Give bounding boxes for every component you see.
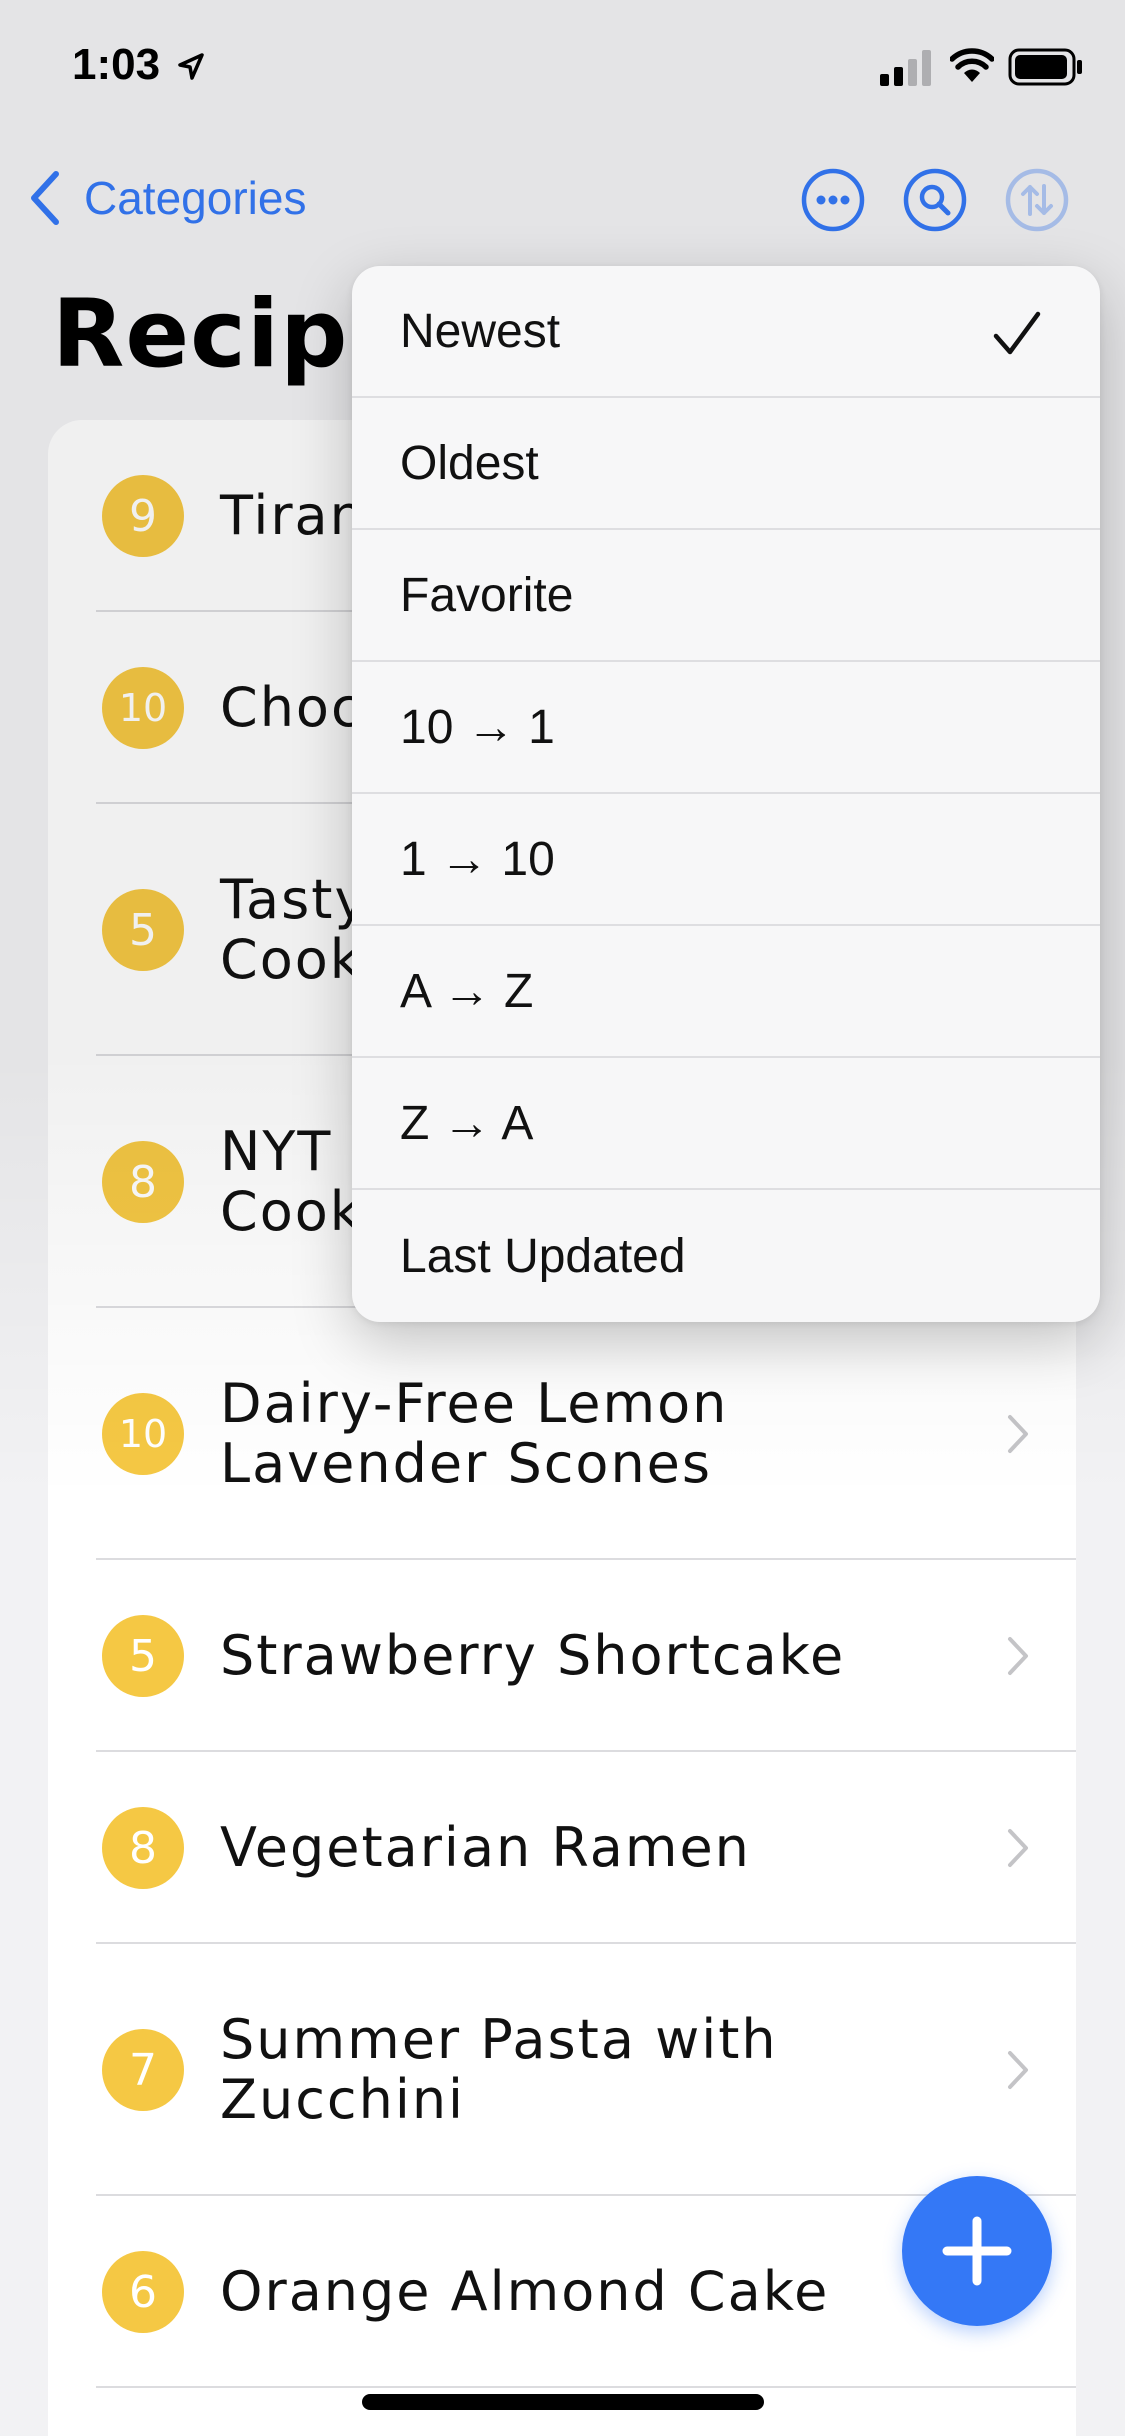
- chevron-right-icon: [1008, 1829, 1028, 1867]
- chevron-left-icon: [31, 171, 59, 225]
- rating-badge: 5: [102, 1615, 184, 1697]
- chevron-right-icon: [1008, 1637, 1028, 1675]
- sort-option-newest[interactable]: Newest: [352, 266, 1100, 398]
- ellipsis-circle-icon[interactable]: [800, 167, 866, 233]
- sort-option-favorite[interactable]: Favorite: [352, 530, 1100, 662]
- recipe-title: Summer Pasta with Zucchini: [220, 2008, 778, 2131]
- back-button-label: Categories: [84, 172, 307, 224]
- add-recipe-button[interactable]: [902, 2176, 1052, 2326]
- sort-option-label: Newest: [400, 304, 561, 358]
- rating-badge: 6: [102, 2251, 184, 2333]
- sort-option-label: Z → A: [400, 1096, 534, 1150]
- rating-badge: 7: [102, 2029, 184, 2111]
- sort-menu: Newest Oldest Favorite 10 → 1 1 → 10 A →…: [352, 266, 1100, 1322]
- status-bar: 1:03: [0, 0, 1125, 140]
- recipe-title: Vegetarian Ramen: [220, 1816, 751, 1879]
- home-indicator: [362, 2394, 764, 2410]
- sort-option-label: Oldest: [400, 436, 539, 490]
- recipe-title: Strawberry Shortcake: [220, 1624, 846, 1687]
- sort-option-alpha-asc[interactable]: A → Z: [352, 926, 1100, 1058]
- recipe-row[interactable]: 10 Dairy-Free Lemon Lavender Scones: [48, 1308, 1076, 1560]
- sort-option-label: 1 → 10: [400, 832, 555, 886]
- plus-icon: [942, 2216, 1012, 2286]
- rating-badge: 10: [102, 1393, 184, 1475]
- recipe-title: Dairy-Free Lemon Lavender Scones: [220, 1372, 729, 1495]
- sort-option-label: 10 → 1: [400, 700, 555, 754]
- rating-badge: 8: [102, 1141, 184, 1223]
- rating-badge: 10: [102, 667, 184, 749]
- sort-option-rating-asc[interactable]: 1 → 10: [352, 794, 1100, 926]
- recipe-title: Orange Almond Cake: [220, 2260, 830, 2323]
- cellular-signal-icon: [880, 50, 931, 86]
- back-button[interactable]: Categories: [24, 166, 306, 230]
- screen: 1:03 Categories Recipe 9 Tiran 10 Choc 5…: [0, 0, 1125, 2436]
- recipe-row[interactable]: 7 Summer Pasta with Zucchini: [48, 1944, 1076, 2196]
- sort-arrows-icon[interactable]: [1004, 167, 1070, 233]
- rating-badge: 9: [102, 475, 184, 557]
- location-arrow-icon: [178, 53, 204, 80]
- checkmark-icon: [993, 311, 1041, 355]
- row-divider: [96, 2386, 1076, 2388]
- rating-badge: 5: [102, 889, 184, 971]
- sort-option-oldest[interactable]: Oldest: [352, 398, 1100, 530]
- sort-option-rating-desc[interactable]: 10 → 1: [352, 662, 1100, 794]
- rating-badge: 8: [102, 1807, 184, 1889]
- sort-option-label: A → Z: [400, 964, 534, 1018]
- recipe-row[interactable]: 5 Strawberry Shortcake: [48, 1560, 1076, 1752]
- sort-option-label: Last Updated: [400, 1229, 686, 1283]
- battery-icon: [1008, 48, 1082, 86]
- recipe-row[interactable]: 8 Vegetarian Ramen: [48, 1752, 1076, 1944]
- chevron-right-icon: [1008, 2051, 1028, 2089]
- search-circle-icon[interactable]: [902, 167, 968, 233]
- sort-option-label: Favorite: [400, 568, 574, 622]
- sort-option-last-updated[interactable]: Last Updated: [352, 1190, 1100, 1322]
- sort-option-alpha-desc[interactable]: Z → A: [352, 1058, 1100, 1190]
- status-time: 1:03: [72, 40, 161, 89]
- chevron-right-icon: [1008, 1415, 1028, 1453]
- wifi-icon: [950, 48, 994, 82]
